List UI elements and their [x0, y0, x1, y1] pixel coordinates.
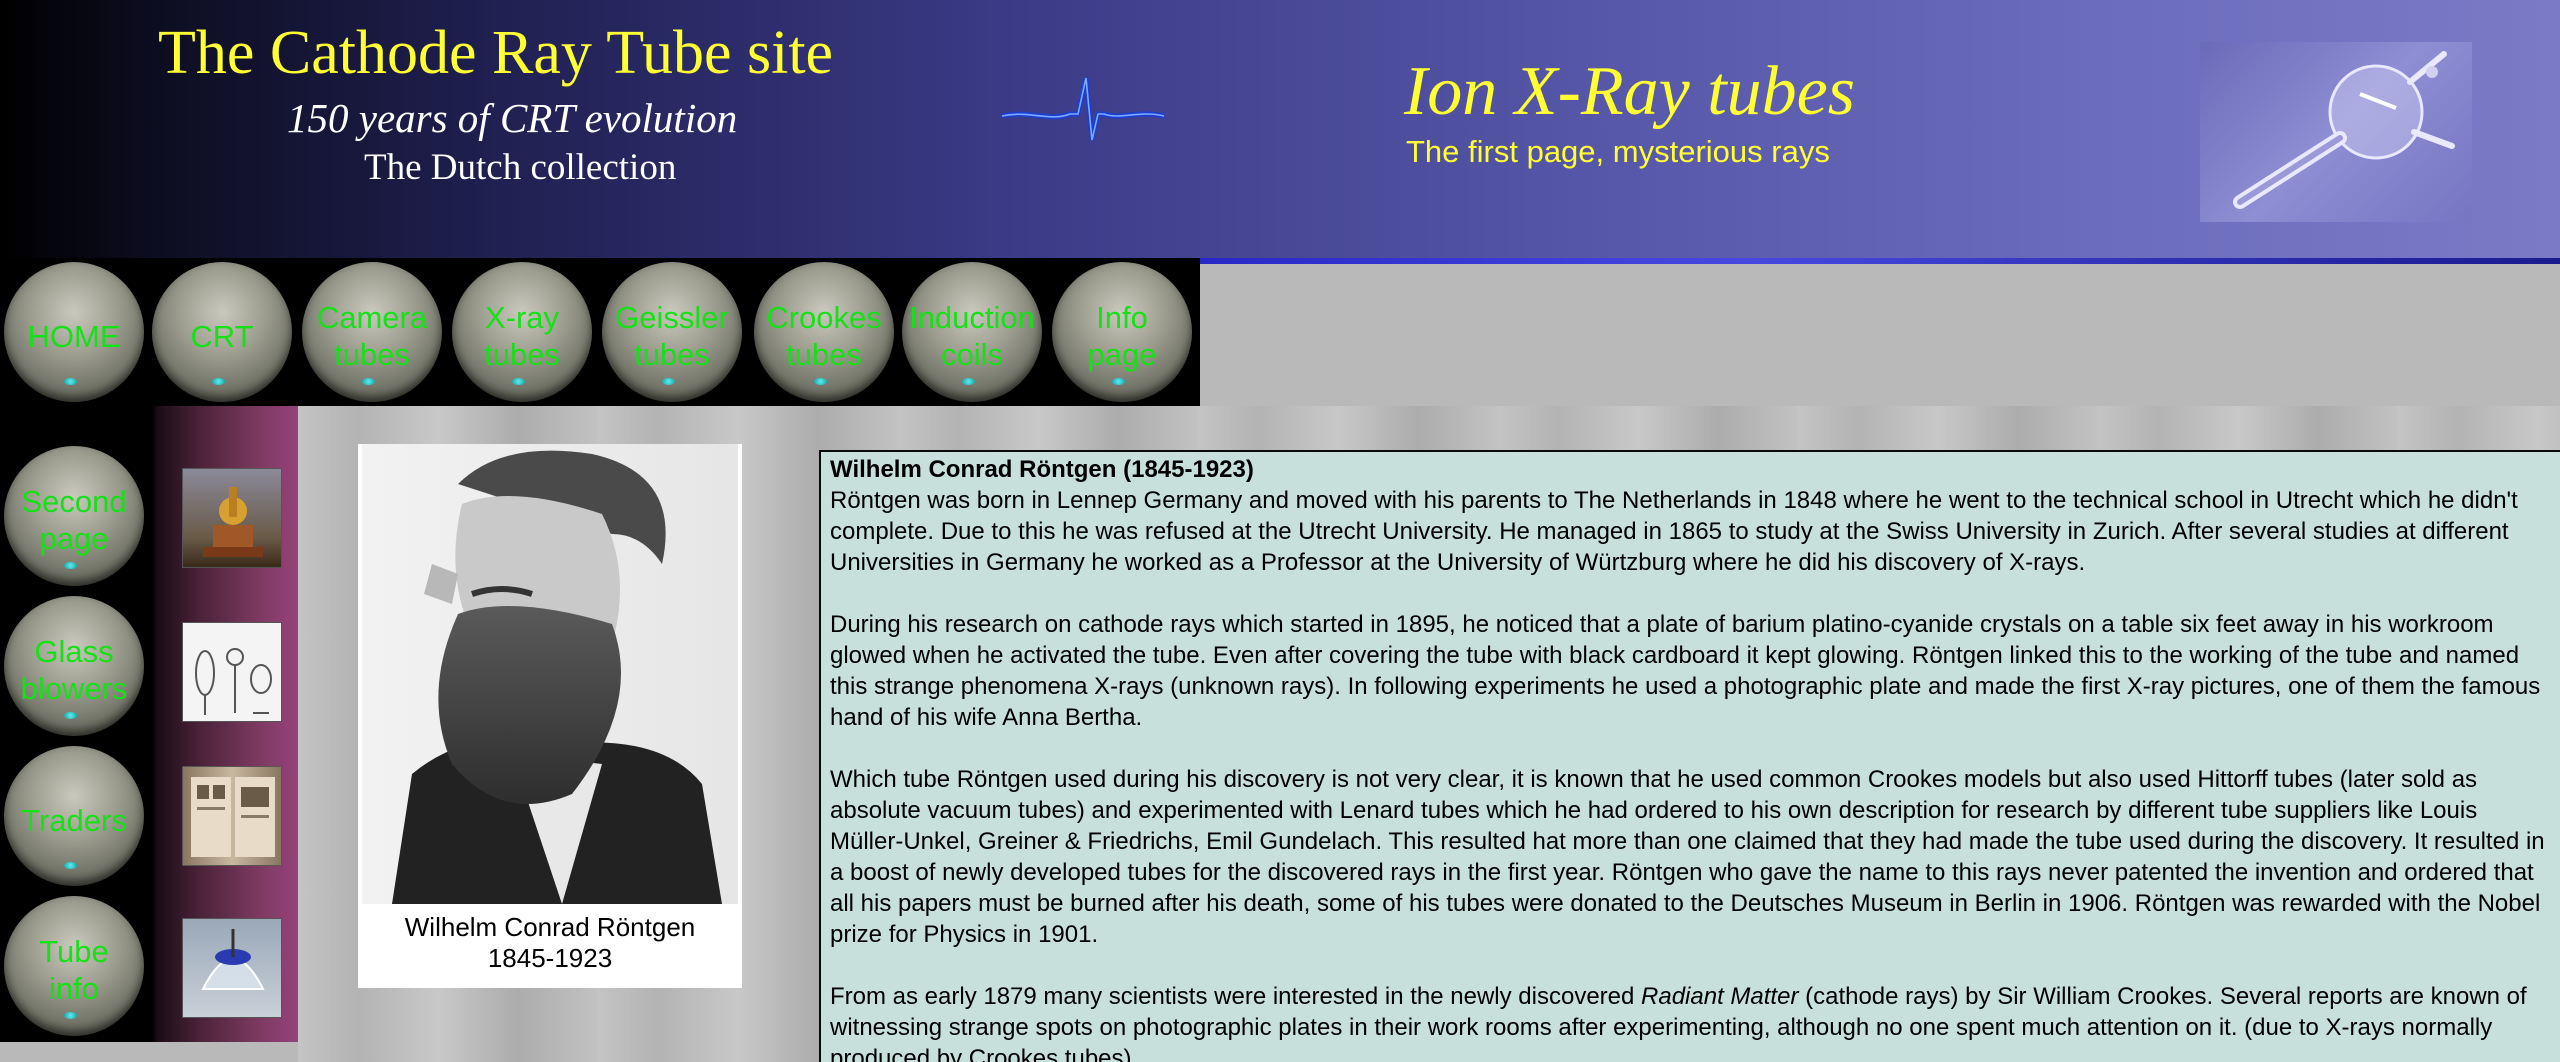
- button-highlight-icon: [64, 378, 77, 385]
- roentgen-portrait-photo: [362, 444, 738, 904]
- button-highlight-icon: [662, 378, 675, 385]
- portrait-illustration: [392, 450, 722, 904]
- nav-second-page-label: Second page: [21, 484, 127, 556]
- article-paragraph-4-start: From as early 1879 many scientists were …: [830, 983, 1642, 1010]
- button-highlight-icon: [64, 562, 77, 569]
- button-highlight-icon: [64, 1012, 77, 1019]
- nav-crookes-tubes-label: Crookes tubes: [766, 300, 882, 372]
- top-navigation: HOME CRT Camera tubes X-ray tubes Geissl…: [0, 258, 1200, 406]
- nav-info-page-button[interactable]: Info page: [1052, 262, 1192, 402]
- apparatus-icon: [203, 487, 263, 557]
- nav-home-button[interactable]: HOME: [4, 262, 144, 402]
- nav-induction-coils-label: Induction coils: [909, 300, 1035, 372]
- nav-camera-tubes-button[interactable]: Camera tubes: [302, 262, 442, 402]
- glass-tubes-drawing-thumbnail[interactable]: [182, 622, 282, 722]
- nav-traders-button[interactable]: Traders: [4, 746, 144, 886]
- radiant-matter-term: Radiant Matter: [1641, 983, 1799, 1010]
- article-paragraph-1: Röntgen was born in Lennep Germany and m…: [830, 487, 2518, 576]
- portrait-caption: Wilhelm Conrad Röntgen 1845-1923: [358, 912, 742, 974]
- blue-tube-thumbnail[interactable]: [182, 918, 282, 1018]
- portrait-caption-years: 1845-1923: [487, 943, 613, 973]
- nav-xray-tubes-button[interactable]: X-ray tubes: [452, 262, 592, 402]
- side-navigation: Second page Glass blowers Traders Tube i…: [0, 406, 298, 1042]
- site-title: The Cathode Ray Tube site: [158, 19, 834, 87]
- nav-geissler-tubes-label: Geissler tubes: [615, 300, 729, 372]
- site-collection-label: The Dutch collection: [364, 147, 677, 188]
- button-highlight-icon: [512, 378, 525, 385]
- nav-second-page-button[interactable]: Second page: [4, 446, 144, 586]
- nav-crt-label: CRT: [190, 318, 254, 354]
- nav-crt-button[interactable]: CRT: [152, 262, 292, 402]
- button-highlight-icon: [962, 378, 975, 385]
- nav-crookes-tubes-button[interactable]: Crookes tubes: [754, 262, 894, 402]
- page-heading: Ion X-Ray tubes: [1404, 53, 1855, 130]
- nav-glass-blowers-label: Glass blowers: [20, 634, 128, 706]
- article-paragraph-2: During his research on cathode rays whic…: [830, 611, 2541, 731]
- button-highlight-icon: [64, 862, 77, 869]
- nav-camera-tubes-label: Camera tubes: [316, 300, 428, 372]
- header-divider: [1200, 258, 2560, 264]
- nav-home-label: HOME: [27, 318, 121, 354]
- article-text-box: Wilhelm Conrad Röntgen (1845-1923) Röntg…: [819, 450, 2560, 1062]
- article-paragraph-3: Which tube Röntgen used during his disco…: [830, 766, 2545, 948]
- glass-tubes-icon: [195, 648, 272, 715]
- button-highlight-icon: [814, 378, 827, 385]
- page-subheading: The first page, mysterious rays: [1406, 134, 1830, 169]
- button-highlight-icon: [64, 712, 77, 719]
- catalog-book-thumbnail[interactable]: [182, 766, 282, 866]
- portrait-frame: Wilhelm Conrad Röntgen 1845-1923: [358, 444, 742, 988]
- button-highlight-icon: [1112, 378, 1125, 385]
- nav-tube-info-button[interactable]: Tube info: [4, 896, 144, 1036]
- article-heading: Wilhelm Conrad Röntgen (1845-1923): [830, 456, 1254, 483]
- induction-coil-apparatus-thumbnail[interactable]: [182, 468, 282, 568]
- nav-geissler-tubes-button[interactable]: Geissler tubes: [602, 262, 742, 402]
- nav-glass-blowers-button[interactable]: Glass blowers: [4, 596, 144, 736]
- nav-info-page-label: Info page: [1087, 300, 1157, 372]
- tube-icon: [201, 929, 265, 990]
- pulse-logo-icon: [1001, 77, 1165, 141]
- button-highlight-icon: [362, 378, 375, 385]
- xray-tube-photo: [2200, 42, 2472, 222]
- site-subtitle: 150 years of CRT evolution: [287, 95, 738, 141]
- button-highlight-icon: [212, 378, 225, 385]
- portrait-caption-name: Wilhelm Conrad Röntgen: [404, 912, 696, 942]
- nav-xray-tubes-label: X-ray tubes: [484, 300, 560, 372]
- nav-traders-label: Traders: [21, 802, 127, 838]
- nav-tube-info-label: Tube info: [39, 934, 109, 1006]
- site-header: The Cathode Ray Tube site 150 years of C…: [0, 0, 2560, 258]
- nav-induction-coils-button[interactable]: Induction coils: [902, 262, 1042, 402]
- xray-tube-illustration: [2233, 51, 2455, 209]
- book-icon: [191, 777, 275, 857]
- article-paragraph-4: From as early 1879 many scientists were …: [830, 981, 2548, 1062]
